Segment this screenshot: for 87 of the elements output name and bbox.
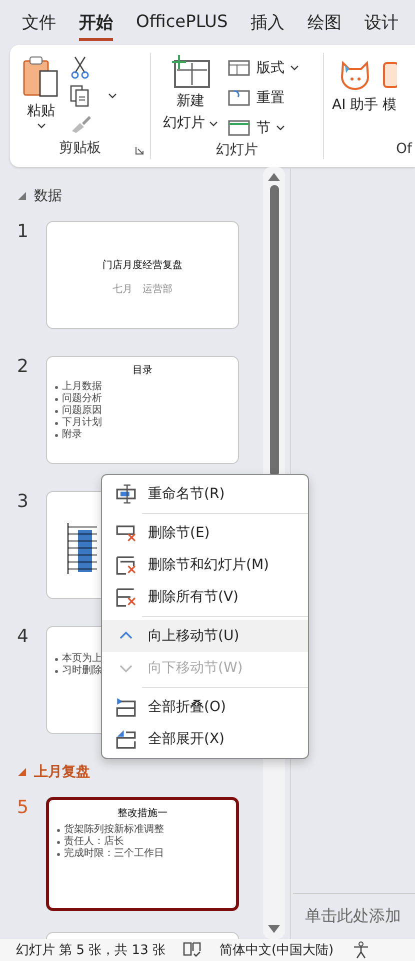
bullet-icon: [55, 422, 58, 424]
scroll-up-icon[interactable]: [268, 173, 280, 181]
slide-title: 门店月度经营复盘: [102, 258, 182, 272]
collapse-triangle-icon[interactable]: [18, 768, 26, 776]
slide-number: 1: [16, 221, 30, 244]
clipboard-icon: [22, 55, 60, 99]
delete-icon: [116, 523, 136, 543]
ribbon-tab[interactable]: 设计: [364, 4, 399, 40]
delete-all-icon: [116, 587, 136, 607]
collapse-triangle-icon[interactable]: [18, 192, 26, 200]
bullet-text: 问题原因: [62, 405, 102, 416]
copy-icon[interactable]: [70, 85, 90, 107]
chevron-down-icon: [108, 93, 117, 99]
collapse-icon: [116, 697, 136, 717]
bullet-icon: [55, 410, 58, 412]
slide-thumbnail[interactable]: 整改措施一 货架陈列按新标准调整 责任人：店长 完成时限：三个工作日: [46, 797, 239, 911]
bullet-icon: [55, 658, 58, 660]
bullet-icon: [55, 386, 58, 388]
menu-item[interactable]: 删除所有节(V): [102, 581, 308, 613]
ribbon-button[interactable]: 版式: [228, 55, 300, 81]
ribbon-button[interactable]: AI 助手: [332, 53, 378, 141]
ribbon-tab[interactable]: 文件: [22, 4, 56, 40]
slide-text: 习时删除: [62, 665, 102, 677]
bullet-icon: [57, 828, 60, 832]
slide-thumbnail[interactable]: 目录 上月数据 问题分析 问题原因 下月计划 附录: [46, 356, 239, 464]
bullet-icon: [57, 852, 60, 856]
new-slide-button[interactable]: 新建 幻灯片: [159, 53, 222, 141]
bullet-icon: [57, 840, 60, 844]
bullet-icon: [55, 434, 58, 436]
paintbrush-icon[interactable]: [70, 113, 92, 135]
expand-icon: [116, 729, 136, 749]
slide-title: 整改措施一: [118, 806, 168, 820]
reset-icon: [228, 89, 250, 107]
menu-item[interactable]: 删除节和幻灯片(M): [102, 549, 308, 581]
chevron-down-icon: [36, 123, 46, 129]
group-label: Of: [396, 141, 412, 159]
slide-number: 3: [16, 491, 30, 514]
language-indicator[interactable]: 简体中文(中国大陆): [219, 941, 334, 959]
accessibility-icon[interactable]: [352, 941, 370, 959]
ribbon-button[interactable]: 重置: [228, 85, 300, 111]
ribbon-tab[interactable]: OfficePLUS: [136, 6, 228, 39]
menu-item[interactable]: 全部折叠(O): [102, 691, 308, 723]
menu-item[interactable]: 全部展开(X): [102, 723, 308, 755]
dialog-launcher-icon[interactable]: [135, 146, 144, 155]
book-check-icon[interactable]: [183, 942, 202, 958]
slide-number: 4: [16, 626, 30, 649]
bullet-icon: [55, 670, 58, 672]
section-name[interactable]: 上月复盘: [34, 763, 90, 781]
new-slide-icon: [170, 55, 211, 89]
slide-subtitle: 七月 运营部: [112, 282, 172, 296]
ribbon-tab[interactable]: 插入: [250, 4, 285, 40]
delete-with-slides-icon: [116, 555, 136, 575]
menu-item[interactable]: 重命名节(R): [102, 478, 308, 510]
layout-icon: [228, 59, 250, 77]
ribbon-tab[interactable]: 绘图: [308, 4, 342, 40]
bullet-text: 责任人：店长: [64, 836, 124, 848]
ribbon-button[interactable]: 节: [228, 115, 300, 141]
group-label: 幻灯片: [216, 141, 258, 160]
slide-title: 目录: [132, 364, 152, 377]
slide-text: 本页为上: [62, 653, 102, 664]
menu-item[interactable]: 删除节(E): [102, 517, 308, 549]
chevron-down-icon: [276, 125, 286, 131]
group-label: 剪贴板: [59, 139, 101, 158]
paste-button[interactable]: 粘贴: [18, 53, 64, 139]
bullet-text: 问题分析: [62, 393, 102, 405]
scissors-icon[interactable]: [70, 55, 90, 79]
ribbon-button[interactable]: 模: [382, 53, 398, 141]
bullet-icon: [55, 398, 58, 400]
section-name[interactable]: 数据: [34, 187, 62, 205]
ribbon-tab[interactable]: 开始: [79, 4, 113, 40]
slide-count: 幻灯片 第 5 张，共 13 张: [16, 942, 166, 959]
slide-number: 2: [16, 356, 30, 379]
bullet-text: 完成时限：三个工作日: [64, 848, 164, 860]
slide-number: 5: [16, 797, 30, 820]
bullet-text: 货架陈列按新标准调整: [64, 824, 164, 836]
section-icon: [228, 119, 250, 137]
chevron-down-icon: [290, 65, 300, 71]
bar-chart-drawing: [67, 522, 97, 575]
menu-item[interactable]: 向上移动节(U): [102, 620, 308, 652]
bullet-text: 下月计划: [62, 417, 102, 429]
chevron-down-icon: [209, 121, 218, 127]
scrollbar-thumb[interactable]: [270, 185, 278, 477]
bullet-text: 上月数据: [62, 381, 102, 392]
rename-icon: [116, 484, 136, 504]
scroll-down-icon[interactable]: [268, 925, 280, 933]
slide-thumbnail[interactable]: 门店月度经营复盘 七月 运营部: [46, 221, 239, 329]
bullet-text: 附录: [62, 429, 82, 441]
